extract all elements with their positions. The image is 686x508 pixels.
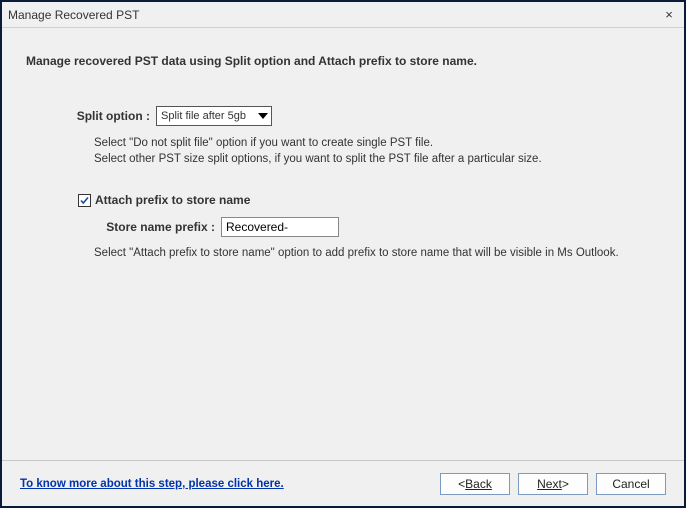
prefix-field-row: Store name prefix : <box>26 217 660 237</box>
split-help-line2: Select other PST size split options, if … <box>94 152 660 168</box>
close-icon: × <box>665 7 673 22</box>
split-option-label: Split option : <box>26 109 156 123</box>
cancel-button[interactable]: Cancel <box>596 473 666 495</box>
store-name-prefix-label: Store name prefix : <box>26 220 221 234</box>
titlebar: Manage Recovered PST × <box>2 2 684 28</box>
attach-prefix-label: Attach prefix to store name <box>95 193 250 207</box>
dialog-window: Manage Recovered PST × Manage recovered … <box>0 0 686 508</box>
button-group: < Back Next > Cancel <box>440 473 666 495</box>
dropdown-arrow-icon <box>255 107 271 125</box>
back-button[interactable]: < Back <box>440 473 510 495</box>
footer: To know more about this step, please cli… <box>2 460 684 506</box>
next-button[interactable]: Next > <box>518 473 588 495</box>
split-option-select[interactable]: Split file after 5gb <box>156 106 272 126</box>
checkmark-icon <box>79 195 90 206</box>
store-name-prefix-input[interactable] <box>221 217 339 237</box>
titlebar-title: Manage Recovered PST <box>8 8 139 22</box>
split-help-line1: Select "Do not split file" option if you… <box>94 136 660 152</box>
prefix-checkbox-row: Attach prefix to store name <box>78 193 660 207</box>
dialog-heading: Manage recovered PST data using Split op… <box>26 54 660 68</box>
prefix-help-text: Select "Attach prefix to store name" opt… <box>94 247 660 259</box>
split-help-text: Select "Do not split file" option if you… <box>94 136 660 167</box>
content-area: Manage recovered PST data using Split op… <box>2 28 684 460</box>
help-link[interactable]: To know more about this step, please cli… <box>20 478 284 490</box>
next-mnemonic: Next <box>537 477 562 491</box>
back-mnemonic: Back <box>465 477 492 491</box>
prefix-section: Attach prefix to store name Store name p… <box>26 193 660 259</box>
split-option-row: Split option : Split file after 5gb <box>26 106 660 126</box>
split-option-value: Split file after 5gb <box>157 107 255 125</box>
close-button[interactable]: × <box>654 2 684 28</box>
attach-prefix-checkbox[interactable] <box>78 194 91 207</box>
